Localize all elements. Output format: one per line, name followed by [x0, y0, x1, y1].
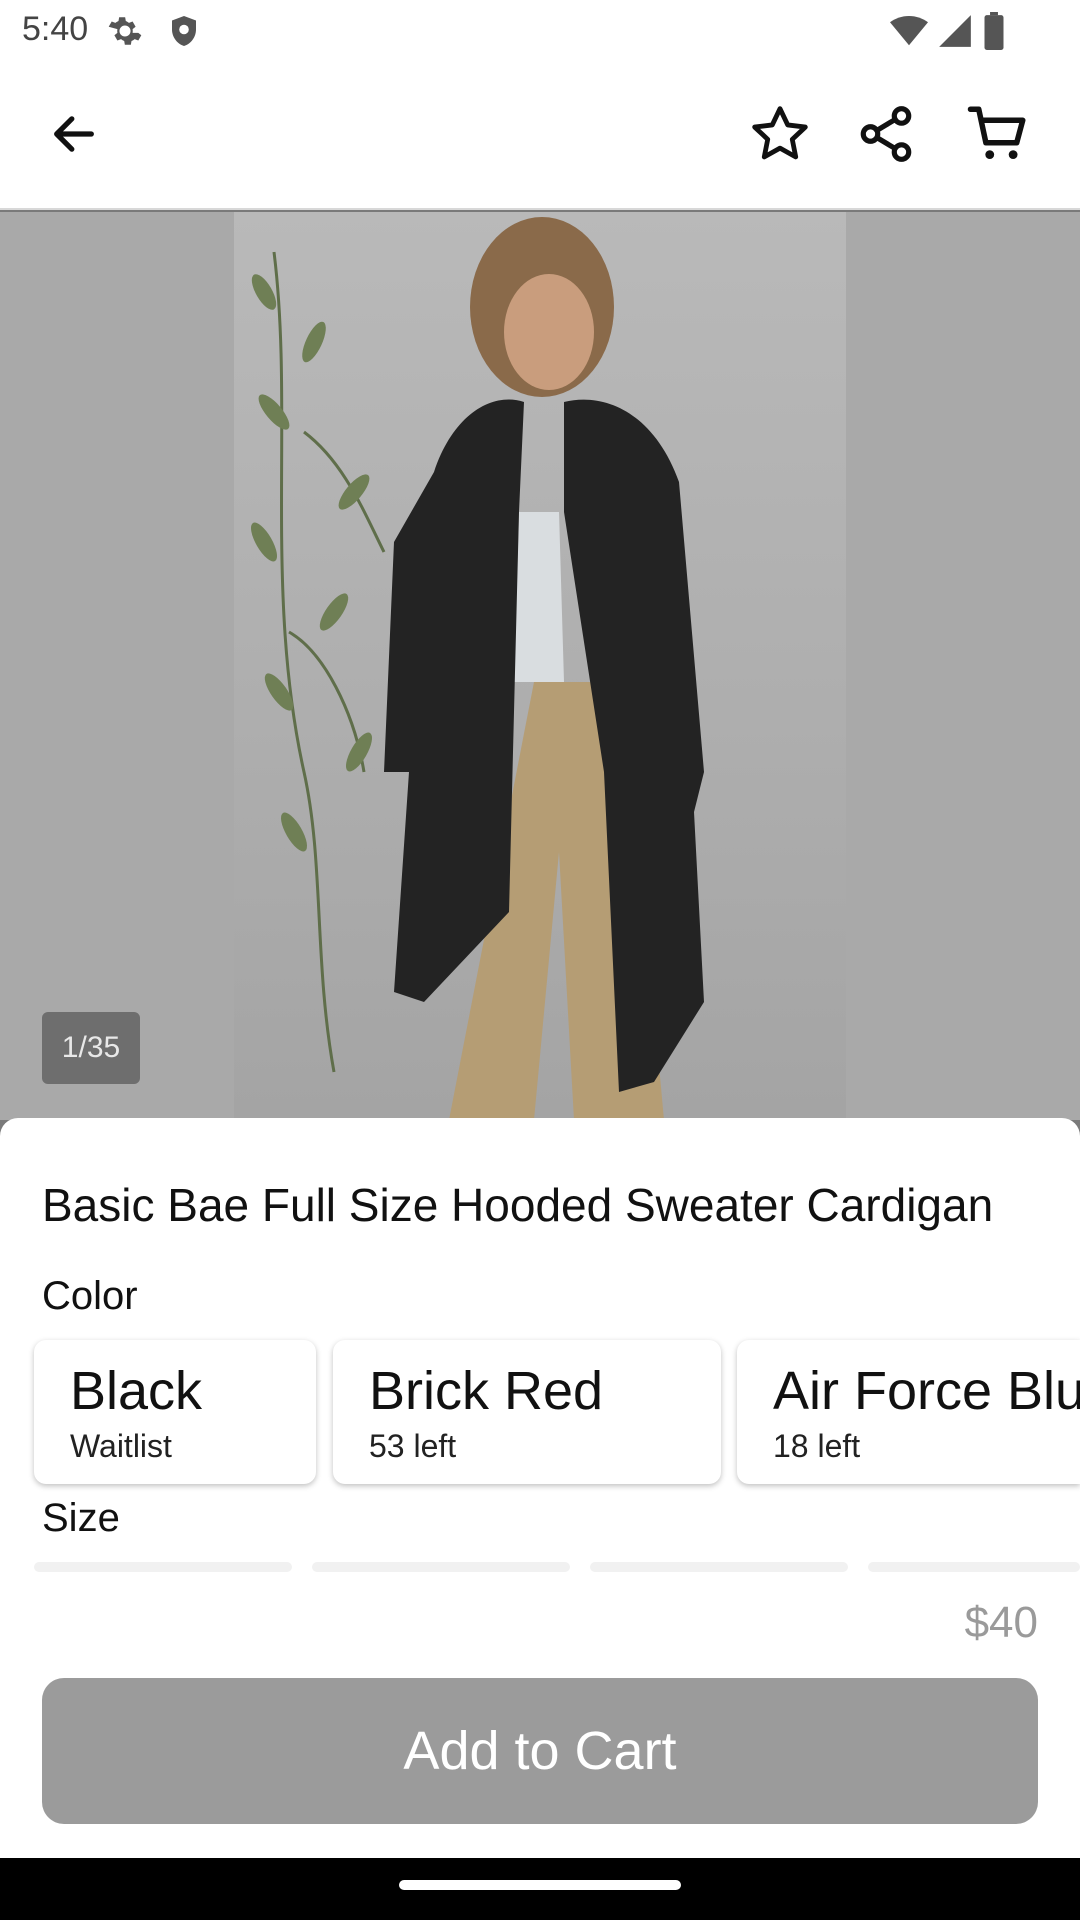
product-photo	[234, 212, 846, 1120]
wifi-icon	[888, 12, 930, 55]
image-counter: 1/35	[42, 1012, 140, 1084]
favorite-button[interactable]	[738, 94, 822, 178]
arrow-left-icon	[48, 108, 100, 165]
color-name: Brick Red	[369, 1361, 604, 1421]
color-stock: Waitlist	[70, 1428, 172, 1464]
add-to-cart-button[interactable]: Add to Cart	[42, 1678, 1038, 1824]
size-option[interactable]	[312, 1562, 570, 1572]
size-option[interactable]	[868, 1562, 1080, 1572]
cart-button[interactable]	[956, 94, 1040, 178]
color-option-brick-red[interactable]: Brick Red 53 left	[333, 1340, 721, 1484]
size-option[interactable]	[34, 1562, 292, 1572]
home-indicator[interactable]	[399, 1880, 681, 1890]
status-time: 5:40	[22, 10, 89, 48]
back-button[interactable]	[32, 94, 116, 178]
battery-icon	[982, 12, 1006, 55]
color-stock: 53 left	[369, 1428, 457, 1464]
app-bar	[0, 62, 1080, 210]
signal-icon	[936, 12, 974, 55]
color-label: Color	[42, 1274, 138, 1318]
product-price: $40	[964, 1598, 1038, 1647]
status-bar: 5:40	[0, 0, 1080, 62]
product-details-sheet: Basic Bae Full Size Hooded Sweater Cardi…	[0, 1118, 1080, 1570]
settings-icon	[106, 12, 144, 55]
shield-icon	[166, 12, 202, 55]
product-title: Basic Bae Full Size Hooded Sweater Cardi…	[42, 1179, 994, 1231]
color-name: Black	[70, 1361, 203, 1421]
system-nav-bar	[0, 1858, 1080, 1920]
share-button[interactable]	[844, 94, 928, 178]
checkout-panel: $40 Add to Cart	[0, 1562, 1080, 1858]
color-name: Air Force Blu	[773, 1361, 1080, 1421]
size-option[interactable]	[590, 1562, 848, 1572]
color-stock: 18 left	[773, 1428, 861, 1464]
star-outline-icon	[748, 102, 812, 171]
cart-icon	[965, 101, 1031, 172]
share-icon	[855, 103, 917, 170]
product-image-gallery[interactable]: 1/35	[0, 212, 1080, 1120]
color-option-black[interactable]: Black Waitlist	[34, 1340, 316, 1484]
color-option-air-force-blue[interactable]: Air Force Blu 18 left	[737, 1340, 1080, 1484]
size-label: Size	[42, 1496, 120, 1540]
